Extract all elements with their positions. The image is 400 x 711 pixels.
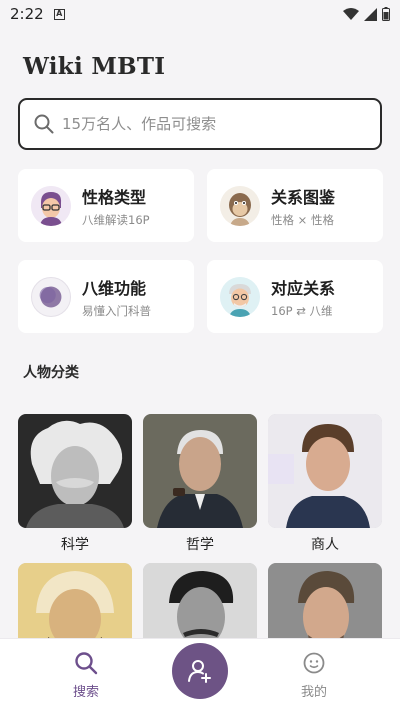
app-title: Wiki MBTI [23, 53, 166, 80]
wifi-icon [343, 7, 359, 20]
nav-search-label: 搜索 [72, 685, 99, 700]
moon-circle-icon [31, 276, 71, 317]
search-bar[interactable] [18, 98, 382, 150]
category-photo [143, 414, 257, 528]
avatar-glasses-icon [31, 185, 71, 226]
notification-icon: A [53, 8, 65, 20]
category-label: 哲学 [186, 537, 214, 553]
card-text: 对应关系 16P ⇄ 八维 [271, 275, 335, 319]
add-person-button[interactable] [172, 643, 228, 699]
battery-icon [382, 7, 390, 21]
search-input[interactable] [62, 115, 362, 133]
category-science[interactable]: 科学 [18, 414, 132, 554]
nav-me[interactable]: 我的 [284, 651, 344, 700]
search-icon [34, 114, 54, 134]
search-icon [75, 652, 98, 675]
card-text: 关系图鉴 性格 × 性格 [271, 184, 335, 228]
signal-icon [364, 7, 377, 21]
card-subtitle: 八维解读16P [82, 212, 150, 227]
monkey-avatar-icon [220, 185, 260, 226]
card-correspondence[interactable]: 对应关系 16P ⇄ 八维 [207, 260, 383, 333]
card-title: 性格类型 [82, 187, 147, 207]
category-label: 商人 [311, 537, 339, 553]
card-title: 八维功能 [82, 278, 147, 298]
category-photo [18, 414, 132, 528]
status-icons [343, 7, 390, 21]
card-subtitle: 易懂入门科普 [82, 303, 151, 318]
card-subtitle: 性格 × 性格 [271, 212, 334, 227]
card-subtitle: 16P ⇄ 八维 [271, 303, 333, 318]
card-personality-types[interactable]: 性格类型 八维解读16P [18, 169, 194, 242]
status-time: 2:22 [10, 5, 44, 23]
card-text: 性格类型 八维解读16P [82, 184, 150, 228]
card-title: 关系图鉴 [271, 187, 336, 207]
card-relationship-guide[interactable]: 关系图鉴 性格 × 性格 [207, 169, 383, 242]
card-text: 八维功能 易懂入门科普 [82, 275, 151, 319]
card-eight-functions[interactable]: 八维功能 易懂入门科普 [18, 260, 194, 333]
smile-face-icon [303, 652, 325, 674]
nav-search[interactable]: 搜索 [56, 651, 116, 700]
category-photo [268, 414, 382, 528]
category-business[interactable]: 商人 [268, 414, 382, 554]
card-title: 对应关系 [271, 278, 336, 298]
add-person-icon [188, 660, 211, 683]
category-philosophy[interactable]: 哲学 [143, 414, 257, 554]
nav-me-label: 我的 [300, 685, 327, 700]
status-bar: 2:22 A [0, 0, 400, 28]
section-title: 人物分类 [23, 365, 79, 381]
category-label: 科学 [61, 537, 89, 553]
elder-avatar-icon [220, 276, 260, 317]
